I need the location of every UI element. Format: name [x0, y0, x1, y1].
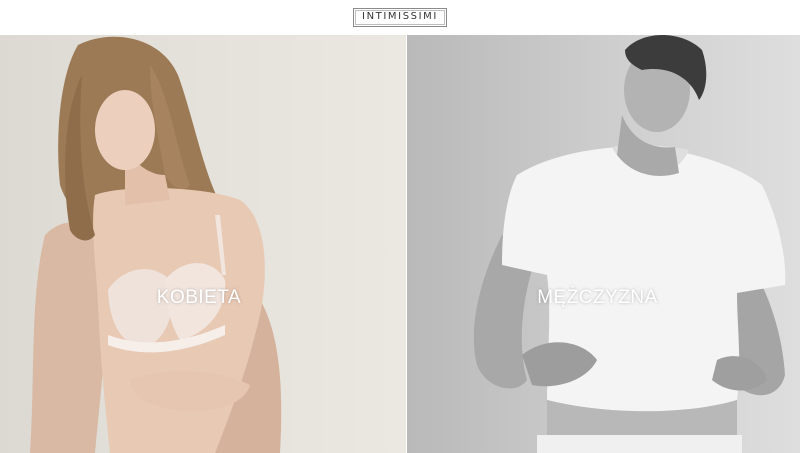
brand-logo[interactable]: INTIMISSIMI — [353, 8, 447, 27]
men-category-panel[interactable]: MĘŻCZYZNA — [407, 35, 800, 453]
header: INTIMISSIMI — [0, 0, 800, 35]
women-category-panel[interactable]: KOBIETA — [0, 35, 406, 453]
landing-page: INTIMISSIMI KOBIETA MĘŻCZYZNA — [0, 0, 800, 453]
women-photo — [30, 36, 282, 453]
women-category-label[interactable]: KOBIETA — [0, 287, 402, 309]
men-photo — [473, 35, 786, 453]
men-category-label[interactable]: MĘŻCZYZNA — [407, 287, 794, 309]
